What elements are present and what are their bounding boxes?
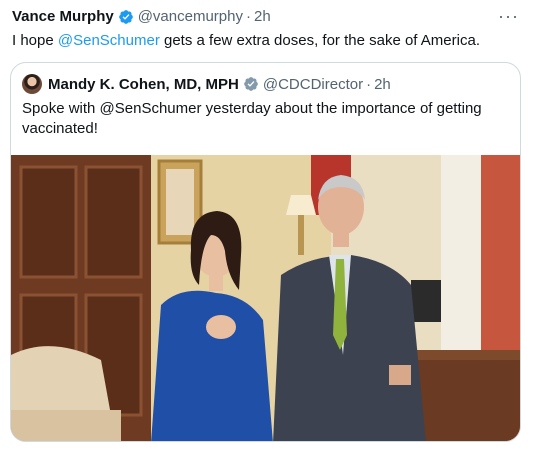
author-name[interactable]: Vance Murphy	[12, 8, 114, 25]
tweet-text: I hope @SenSchumer gets a few extra dose…	[12, 31, 480, 51]
quoted-author-name[interactable]: Mandy K. Cohen, MD, MPH	[48, 76, 239, 93]
quoted-author-handle[interactable]: @CDCDirector	[263, 76, 363, 93]
separator-dot: ·	[366, 75, 372, 93]
quoted-tweet[interactable]: Mandy K. Cohen, MD, MPH @CDCDirector · 2…	[10, 62, 521, 442]
more-options-icon[interactable]: ···	[498, 6, 519, 27]
quoted-tweet-text: Spoke with @SenSchumer yesterday about t…	[22, 100, 482, 137]
separator-dot: ·	[245, 8, 251, 25]
mention-link[interactable]: @SenSchumer	[58, 32, 160, 49]
author-handle[interactable]: @vancemurphy	[138, 8, 243, 25]
quoted-author-avatar[interactable]	[22, 74, 42, 94]
quoted-timestamp[interactable]: 2h	[374, 76, 391, 93]
tweet-text-before: I hope	[12, 32, 58, 49]
tweet-text-after: gets a few extra doses, for the sake of …	[159, 32, 480, 49]
tweet-header: Vance Murphy @vancemurphy · 2h	[12, 8, 271, 25]
tweet[interactable]: Vance Murphy @vancemurphy · 2h ··· I hop…	[0, 0, 533, 450]
verified-badge-icon	[243, 76, 259, 92]
quoted-tweet-photo[interactable]	[11, 155, 521, 442]
timestamp[interactable]: 2h	[254, 8, 271, 25]
quoted-tweet-header: Mandy K. Cohen, MD, MPH @CDCDirector · 2…	[22, 74, 391, 94]
verified-badge-icon	[118, 9, 134, 25]
